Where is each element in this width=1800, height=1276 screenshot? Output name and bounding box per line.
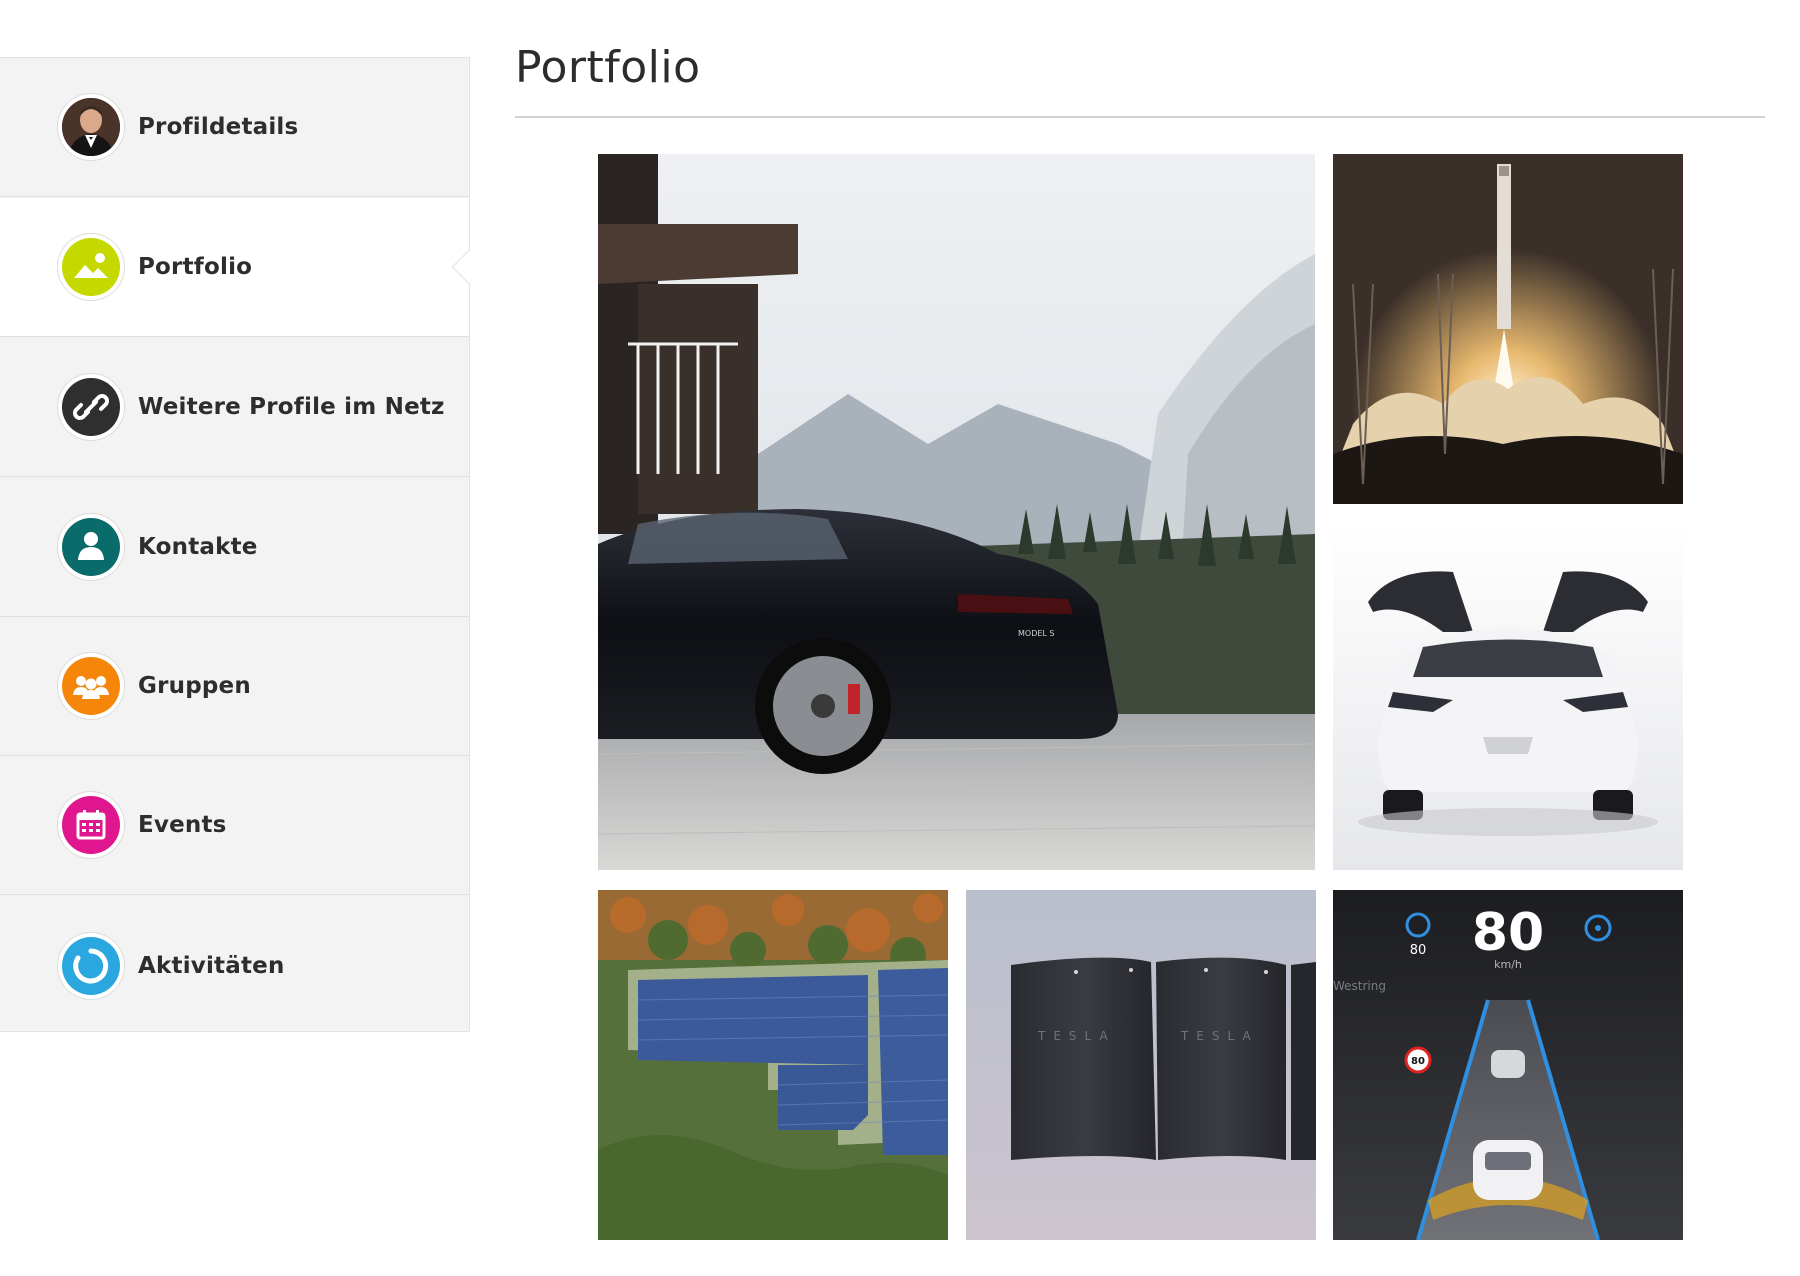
sidebar-nav: Profildetails Portfolio Weitere Profile … [0, 57, 489, 1035]
sidebar-item-weitere-profile[interactable]: Weitere Profile im Netz [0, 338, 469, 477]
active-indicator-arrow [451, 248, 489, 286]
portfolio-tile-suv[interactable] [1333, 522, 1683, 870]
battery-label-1: TESLA [1037, 1029, 1116, 1043]
portfolio-tile-solar-farm[interactable] [598, 890, 948, 1240]
sidebar-item-events[interactable]: Events [0, 756, 469, 895]
sidebar-item-profildetails[interactable]: Profildetails [0, 58, 469, 197]
person-icon [62, 518, 120, 576]
activity-ring-icon [62, 936, 120, 995]
sidebar-item-label: Profildetails [138, 114, 299, 140]
speed-value: 80 [1472, 903, 1544, 963]
speed-unit: km/h [1494, 958, 1522, 971]
sidebar-item-aktivitaeten[interactable]: Aktivitäten [0, 896, 469, 1035]
calendar-icon [62, 796, 120, 854]
speed-limit-sign: 80 [1411, 1056, 1425, 1067]
group-icon [62, 657, 120, 715]
portfolio-tile-dashboard[interactable]: 80 80 km/h 80 Westring [1333, 890, 1683, 1240]
profile-avatar [62, 98, 120, 156]
set-speed-value: 80 [1410, 943, 1427, 958]
sidebar-item-label: Kontakte [138, 534, 258, 560]
sidebar-item-kontakte[interactable]: Kontakte [0, 478, 469, 617]
link-icon [62, 378, 120, 436]
portfolio-tile-sedan[interactable]: MODEL S [598, 154, 1315, 870]
sidebar-item-label: Gruppen [138, 673, 251, 699]
sidebar-item-label: Weitere Profile im Netz [138, 394, 445, 420]
battery-label-2: TESLA [1180, 1029, 1259, 1043]
sidebar-item-portfolio[interactable]: Portfolio [0, 198, 489, 337]
sidebar-item-gruppen[interactable]: Gruppen [0, 617, 469, 756]
sidebar-item-label: Portfolio [138, 254, 253, 280]
car-badge: MODEL S [1018, 629, 1055, 638]
portfolio-tile-batteries[interactable]: TESLA TESLA [966, 890, 1316, 1240]
sidebar-item-label: Aktivitäten [138, 952, 285, 979]
image-icon [62, 238, 120, 296]
street-name: Westring [1333, 979, 1386, 993]
portfolio-tile-rocket[interactable] [1333, 154, 1683, 504]
title-divider [515, 116, 1765, 118]
sidebar-item-label: Events [138, 812, 227, 838]
page-title: Portfolio [515, 42, 701, 93]
